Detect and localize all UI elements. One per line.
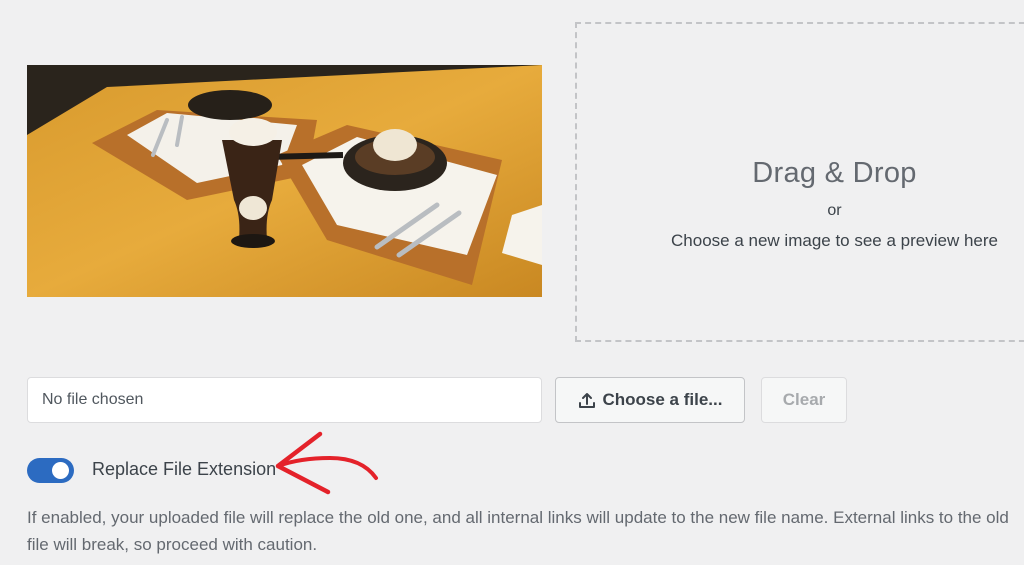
replace-extension-help: If enabled, your uploaded file will repl… bbox=[27, 508, 1009, 554]
replace-extension-toggle[interactable] bbox=[27, 458, 74, 483]
dropzone-or-text: or bbox=[827, 202, 842, 219]
dessert-photo bbox=[27, 65, 542, 297]
toggle-knob bbox=[52, 462, 69, 479]
file-name-field[interactable]: No file chosen bbox=[27, 377, 542, 423]
dropzone-title: Drag & Drop bbox=[752, 157, 917, 189]
replace-extension-label: Replace File Extension bbox=[92, 459, 277, 479]
drag-and-drop-zone[interactable]: Drag & Drop or Choose a new image to see… bbox=[575, 22, 1024, 342]
choose-file-label: Choose a file... bbox=[602, 390, 723, 409]
dropzone-hint: Choose a new image to see a preview here bbox=[671, 231, 998, 250]
clear-button[interactable]: Clear bbox=[761, 377, 847, 423]
choose-file-button[interactable]: Choose a file... bbox=[555, 377, 745, 423]
red-arrow-annotation bbox=[275, 431, 378, 495]
current-image-preview bbox=[27, 65, 542, 297]
upload-icon bbox=[578, 393, 595, 408]
